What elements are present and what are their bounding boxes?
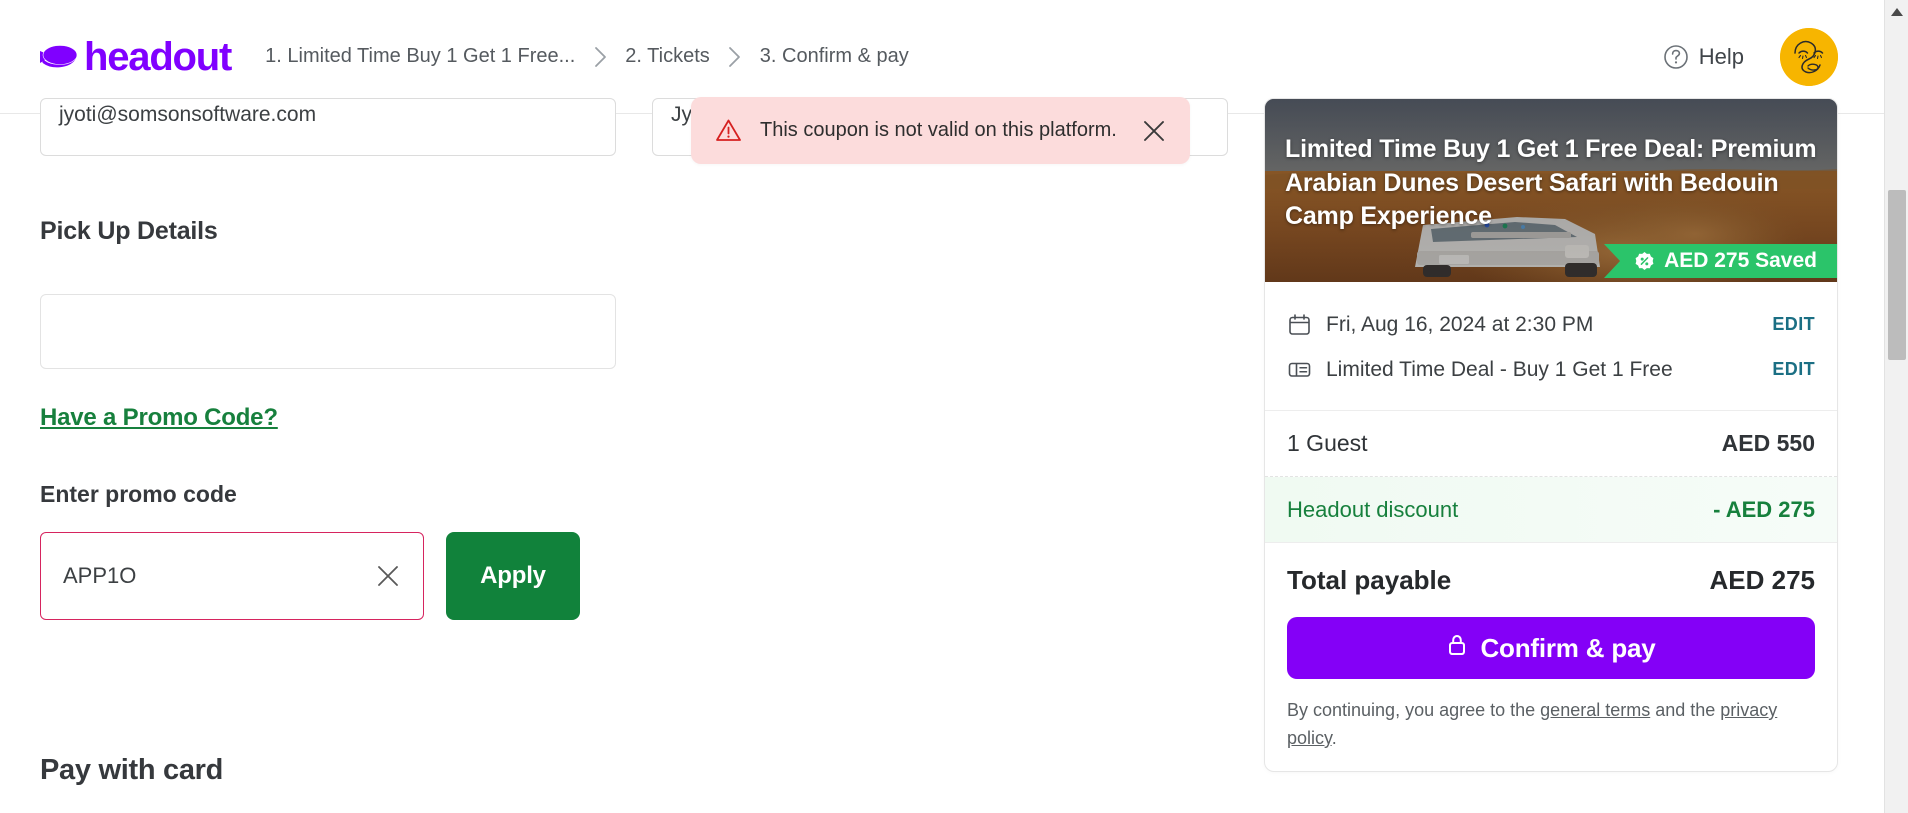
savings-badge: AED 275 Saved (1604, 244, 1837, 278)
edit-date-link[interactable]: EDIT (1772, 314, 1815, 335)
booking-meta: Fri, Aug 16, 2024 at 2:30 PM EDIT Limite… (1265, 282, 1837, 411)
pickup-details-input[interactable] (40, 294, 616, 369)
booking-summary-card: Limited Time Buy 1 Get 1 Free Deal: Prem… (1264, 98, 1838, 772)
discount-amount: - AED 275 (1713, 496, 1815, 522)
discount-label: Headout discount (1287, 496, 1459, 522)
scrollbar-thumb[interactable] (1888, 190, 1906, 360)
total-amount: AED 275 (1709, 564, 1816, 595)
guests-label: 1 Guest (1287, 430, 1368, 456)
breadcrumb-step-1[interactable]: 1. Limited Time Buy 1 Get 1 Free... (263, 45, 577, 68)
price-row-guests: 1 Guest AED 550 (1265, 411, 1837, 477)
header-actions: Help (1663, 27, 1838, 86)
promo-code-value: APP1O (63, 563, 137, 588)
question-circle-icon (1663, 44, 1689, 70)
product-hero-image: Limited Time Buy 1 Get 1 Free Deal: Prem… (1265, 99, 1837, 282)
promo-code-row: APP1O Apply (40, 532, 580, 620)
terms-suffix: . (1331, 727, 1337, 748)
headout-logo[interactable]: headout (38, 34, 232, 79)
booking-date-text: Fri, Aug 16, 2024 at 2:30 PM (1326, 312, 1594, 336)
price-row-total: Total payable AED 275 (1265, 543, 1837, 617)
edit-ticket-link[interactable]: EDIT (1772, 359, 1815, 380)
email-field[interactable]: jyoti@somsonsoftware.com (40, 98, 616, 156)
toast-message: This coupon is not valid on this platfor… (760, 119, 1117, 141)
name-value: Jy (671, 103, 692, 126)
breadcrumb-step-3[interactable]: 3. Confirm & pay (758, 45, 911, 68)
error-toast: This coupon is not valid on this platfor… (691, 97, 1190, 164)
apply-promo-button[interactable]: Apply (446, 532, 580, 620)
confirm-cta-wrap: Confirm & pay (1265, 617, 1837, 697)
close-icon[interactable] (1140, 117, 1168, 145)
price-row-discount: Headout discount - AED 275 (1265, 477, 1837, 543)
total-label: Total payable (1287, 564, 1452, 595)
breadcrumb: 1. Limited Time Buy 1 Get 1 Free... 2. T… (263, 45, 911, 68)
calendar-icon (1287, 313, 1312, 336)
avatar[interactable] (1780, 27, 1838, 86)
blimp-logo-icon (38, 42, 78, 72)
badge-ribbon-tail (1604, 244, 1621, 278)
booking-ticket-row: Limited Time Deal - Buy 1 Get 1 Free EDI… (1287, 347, 1815, 392)
terms-disclaimer: By continuing, you agree to the general … (1265, 697, 1837, 771)
scroll-up-arrow-icon[interactable] (1885, 0, 1908, 24)
savings-badge-label: AED 275 Saved (1664, 249, 1817, 272)
promo-code-input[interactable]: APP1O (40, 532, 424, 620)
booking-ticket-text: Limited Time Deal - Buy 1 Get 1 Free (1326, 357, 1673, 381)
confirm-and-pay-button[interactable]: Confirm & pay (1287, 617, 1815, 679)
promo-code-label: Enter promo code (40, 481, 237, 507)
page-scrollbar[interactable] (1884, 0, 1908, 813)
clear-icon[interactable] (373, 561, 403, 591)
breadcrumb-step-2[interactable]: 2. Tickets (623, 45, 711, 68)
chevron-right-icon-2 (712, 46, 758, 68)
booking-date-row: Fri, Aug 16, 2024 at 2:30 PM EDIT (1287, 302, 1815, 347)
checkout-page: headout 1. Limited Time Buy 1 Get 1 Free… (0, 0, 1908, 813)
general-terms-link[interactable]: general terms (1540, 700, 1650, 720)
help-button[interactable]: Help (1663, 44, 1744, 70)
email-value: jyoti@somsonsoftware.com (59, 103, 317, 126)
product-title: Limited Time Buy 1 Get 1 Free Deal: Prem… (1285, 135, 1817, 230)
lock-icon (1446, 633, 1468, 664)
warning-triangle-icon (715, 117, 742, 144)
terms-prefix: By continuing, you agree to the (1287, 700, 1541, 720)
ticket-icon (1287, 358, 1312, 381)
confirm-button-label: Confirm & pay (1480, 632, 1656, 663)
pay-with-card-title: Pay with card (40, 754, 224, 786)
help-label: Help (1698, 43, 1744, 69)
discount-badge-icon (1635, 251, 1654, 270)
pickup-section-title: Pick Up Details (40, 217, 218, 245)
guests-amount: AED 550 (1721, 430, 1815, 456)
have-promo-code-link[interactable]: Have a Promo Code? (40, 404, 278, 432)
chevron-right-icon (577, 46, 623, 68)
terms-middle: and the (1650, 700, 1721, 720)
logo-wordmark: headout (84, 34, 232, 79)
